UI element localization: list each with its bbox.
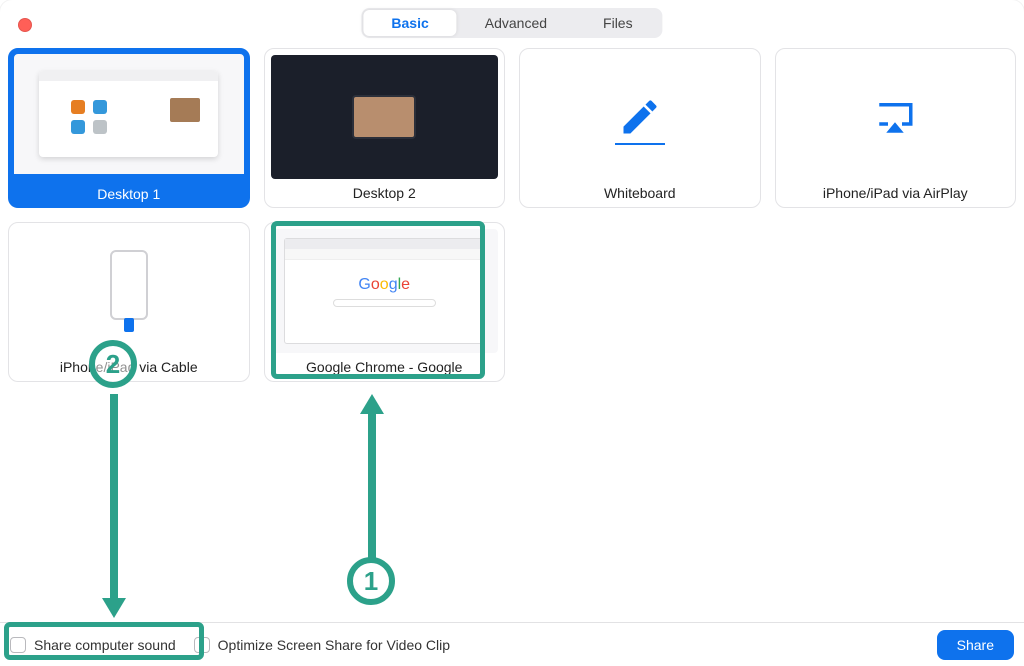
thumb-airplay [782,55,1010,179]
checkbox-optimize-label: Optimize Screen Share for Video Clip [218,637,450,653]
tab-basic[interactable]: Basic [363,10,456,36]
thumb-cable [15,229,243,353]
caption-desktop1: Desktop 1 [8,180,250,208]
caption-chrome: Google Chrome - Google [271,353,499,375]
tile-desktop1[interactable]: Desktop 1 [8,48,250,208]
phone-icon [110,250,148,320]
tab-advanced[interactable]: Advanced [457,10,575,36]
caption-whiteboard: Whiteboard [526,179,754,201]
share-options-grid: Desktop 1 Desktop 2 Whiteboard [8,48,1016,382]
checkbox-box [194,637,210,653]
bottom-bar: Share computer sound Optimize Screen Sha… [0,622,1024,666]
tile-airplay[interactable]: iPhone/iPad via AirPlay [775,48,1017,208]
checkbox-optimize-video[interactable]: Optimize Screen Share for Video Clip [194,637,450,653]
pencil-icon [618,95,662,139]
tile-chrome[interactable]: Google Google Chrome - Google [264,222,506,382]
thumb-whiteboard [526,55,754,179]
checkbox-share-sound-label: Share computer sound [34,637,176,653]
close-window-button[interactable] [18,18,32,32]
caption-airplay: iPhone/iPad via AirPlay [782,179,1010,201]
thumb-chrome: Google [271,229,499,353]
share-button[interactable]: Share [937,630,1014,660]
tile-whiteboard[interactable]: Whiteboard [519,48,761,208]
tile-cable[interactable]: iPhone/iPad via Cable [8,222,250,382]
airplay-icon [874,96,916,138]
cable-plug-icon [124,318,134,332]
tile-desktop2[interactable]: Desktop 2 [264,48,506,208]
caption-desktop2: Desktop 2 [271,179,499,201]
google-logo: Google [358,276,410,294]
checkbox-box [10,637,26,653]
thumb-desktop2 [271,55,499,179]
mode-tabs: Basic Advanced Files [361,8,662,38]
caption-cable: iPhone/iPad via Cable [15,353,243,375]
tab-files[interactable]: Files [575,10,661,36]
thumb-desktop1 [8,48,250,180]
checkbox-share-sound[interactable]: Share computer sound [10,637,176,653]
share-screen-window: Basic Advanced Files Desktop 1 Desktop 2 [0,0,1024,666]
